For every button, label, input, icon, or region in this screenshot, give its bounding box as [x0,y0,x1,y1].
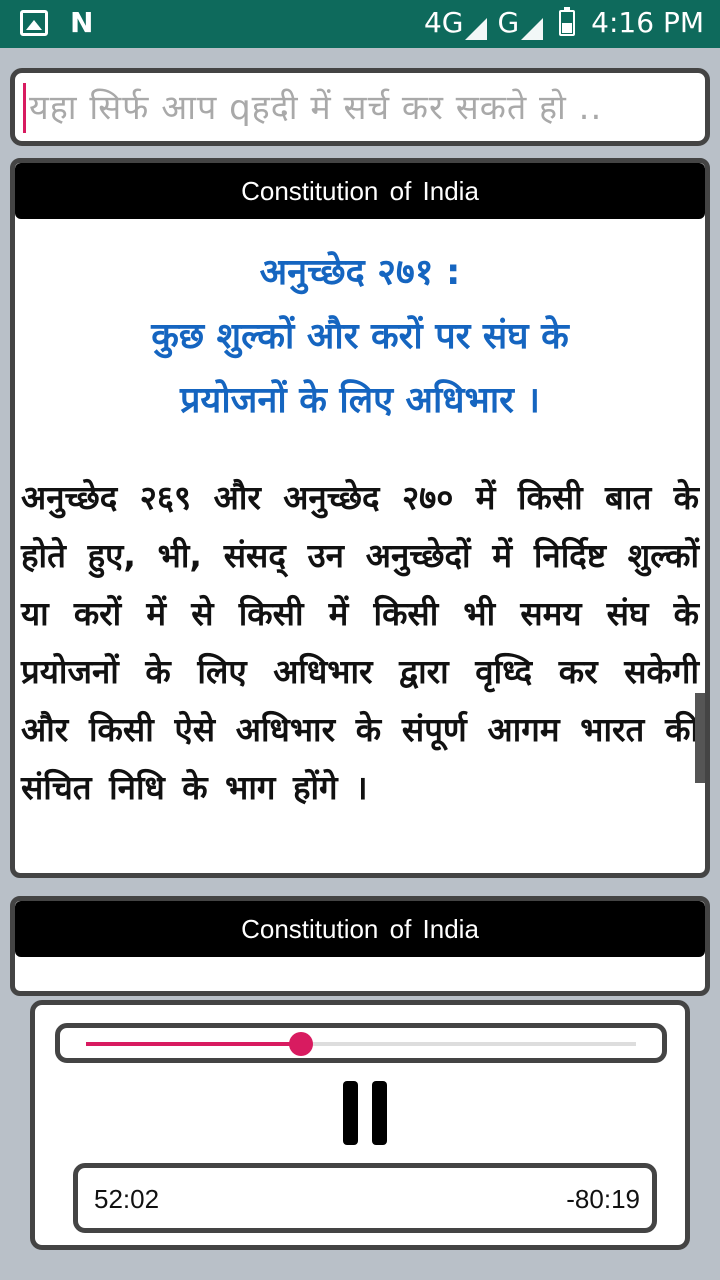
signal-icon [465,18,488,40]
seek-progress [86,1042,301,1046]
search-input[interactable] [29,79,699,137]
signal-g: G [497,6,544,40]
article-title: अनुच्छेद २७१ : कुछ शुल्कों और करों पर सं… [15,241,705,433]
article-body: अनुच्छेद २६९ और अनुच्छेद २७० में किसी बा… [21,478,699,807]
search-box[interactable] [10,68,710,146]
card-header: Constitution of India [15,901,705,957]
remaining-time: -80:19 [566,1184,640,1214]
time-display: 52:02 -80:19 [73,1163,657,1233]
article-title-line: कुछ शुल्कों और करों पर संघ के [151,316,569,357]
status-bar: N 4G G 4:16 PM [0,0,720,48]
seek-thumb[interactable] [288,1032,313,1056]
article-card: Constitution of India [10,896,710,996]
article-title-line: अनुच्छेद २७१ : [259,252,461,293]
elapsed-time: 52:02 [94,1184,160,1214]
network-type-label: 4G [423,6,464,39]
text-cursor [23,83,26,133]
article-title-line: प्रयोजनों के लिए अधिभार । [179,380,541,421]
pause-icon [372,1081,387,1145]
n-app-icon: N [70,6,94,39]
audio-player: 52:02 -80:19 [30,1000,690,1250]
image-icon [20,10,48,36]
pause-button[interactable] [343,1081,387,1145]
signal-icon [521,18,544,40]
signal-4g: 4G [424,6,488,40]
clock: 4:16 PM [591,6,704,39]
battery-icon [559,7,576,36]
scrollbar[interactable] [695,693,705,783]
seek-bar[interactable] [55,1023,667,1063]
network-type-label: G [497,6,520,39]
card-header: Constitution of India [15,163,705,219]
pause-icon [343,1081,358,1145]
seek-track[interactable] [86,1032,636,1056]
article-card: Constitution of India अनुच्छेद २७१ : कुछ… [10,158,710,878]
